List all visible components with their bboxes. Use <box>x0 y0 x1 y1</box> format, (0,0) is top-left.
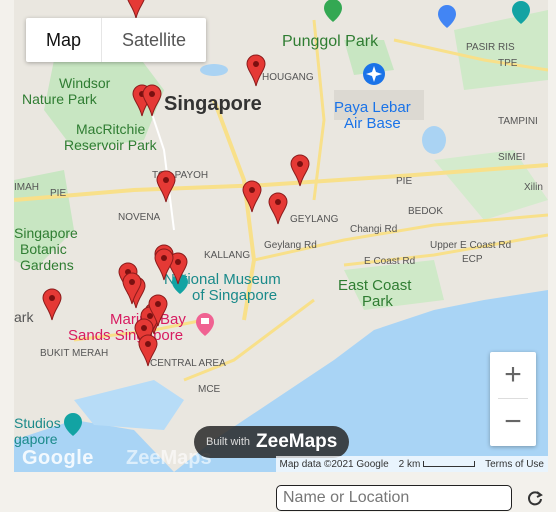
airport-icon <box>363 63 385 85</box>
label-ecp: ECP <box>462 254 483 265</box>
label-imah: IMAH <box>14 182 39 193</box>
map-marker-dot <box>49 295 55 301</box>
label-pie-east: PIE <box>396 176 412 187</box>
label-simei: SIMEI <box>498 152 525 163</box>
label-botanic: Botanic <box>20 241 67 257</box>
zoom-control: + − <box>490 352 536 446</box>
label-hougang: HOUGANG <box>262 72 314 83</box>
label-sands-singapore: Sands Singapore <box>68 327 183 344</box>
map-marker-dot <box>275 199 281 205</box>
label-mce: MCE <box>198 384 221 395</box>
label-park: Park <box>362 293 393 310</box>
label-e-coast-rd: E Coast Rd <box>364 256 415 267</box>
zoom-in-button[interactable]: + <box>490 352 536 398</box>
terms-link[interactable]: Terms of Use <box>485 459 544 470</box>
label-kallang: KALLANG <box>204 250 250 261</box>
map-marker-dot <box>163 177 169 183</box>
label-geylang: GEYLANG <box>290 214 339 225</box>
map-type-map-button[interactable]: Map <box>26 18 101 62</box>
map-attribution: Map data ©2021 Google 2 km Terms of Use <box>275 456 548 472</box>
label-novena: NOVENA <box>118 212 161 223</box>
label-of-singapore: of Singapore <box>192 287 277 304</box>
badge-prefix: Built with <box>206 436 251 448</box>
label-changi-rd: Changi Rd <box>350 224 397 235</box>
label-macritchie: MacRitchie <box>76 121 145 137</box>
map-type-satellite-button[interactable]: Satellite <box>102 18 206 62</box>
refresh-icon <box>528 491 543 506</box>
label-bedok: BEDOK <box>408 206 443 217</box>
badge-brand: ZeeMaps <box>256 431 338 452</box>
search-input[interactable] <box>276 485 512 511</box>
map-marker-dot <box>253 61 259 67</box>
label-ark: ark <box>14 309 34 325</box>
label-paya-lebar: Paya Lebar <box>334 99 411 116</box>
map-graphic: Singapore Punggol Park Paya Lebar Air Ba… <box>14 0 548 472</box>
label-xilin: Xilin <box>524 182 543 193</box>
label-gardens: Gardens <box>20 257 74 273</box>
google-logo: Google <box>22 447 94 469</box>
label-reservoir-park: Reservoir Park <box>64 137 158 153</box>
map-marker-dot <box>145 341 151 347</box>
zoom-out-button[interactable]: − <box>490 399 536 445</box>
map-marker-dot <box>297 161 303 167</box>
map-marker-dot <box>141 325 147 331</box>
map-marker-dot <box>129 279 135 285</box>
label-geylang-rd: Geylang Rd <box>264 240 317 251</box>
label-pie-west: PIE <box>50 188 66 199</box>
label-air-base: Air Base <box>344 115 401 132</box>
map-marker-dot <box>155 301 161 307</box>
map-marker-dot <box>175 259 181 265</box>
label-punggol-park: Punggol Park <box>282 33 379 50</box>
map-marker-dot <box>161 255 167 261</box>
refresh-button[interactable] <box>524 486 546 510</box>
label-upper-e-coast: Upper E Coast Rd <box>430 240 511 251</box>
label-pasir-ris: PASIR RIS <box>466 42 515 53</box>
map-data-text[interactable]: Map data ©2021 Google <box>280 459 389 470</box>
map-widget: Singapore Punggol Park Paya Lebar Air Ba… <box>0 0 556 512</box>
label-singapore-botanic: Singapore <box>14 225 78 241</box>
map-marker-dot <box>149 91 155 97</box>
label-singapore: Singapore <box>164 93 262 115</box>
label-east-coast: East Coast <box>338 277 412 294</box>
scale-bar <box>423 460 476 467</box>
map-canvas[interactable]: Singapore Punggol Park Paya Lebar Air Ba… <box>14 0 548 472</box>
map-marker-dot <box>147 313 153 319</box>
built-with-badge[interactable]: Built with ZeeMaps <box>194 426 350 458</box>
label-central-area: CENTRAL AREA <box>150 358 226 369</box>
label-gapore: gapore <box>14 431 58 447</box>
map-marker-dot <box>249 187 255 193</box>
label-tampines: TAMPINI <box>498 116 538 127</box>
label-studios: Studios <box>14 415 61 431</box>
map-type-control: Map Satellite <box>26 18 207 62</box>
label-windsor: Windsor <box>59 75 111 91</box>
label-tpe: TPE <box>498 58 518 69</box>
label-bukit-merah: BUKIT MERAH <box>40 348 108 359</box>
label-nature-park: Nature Park <box>22 91 98 107</box>
scale-label[interactable]: 2 km <box>399 459 476 470</box>
